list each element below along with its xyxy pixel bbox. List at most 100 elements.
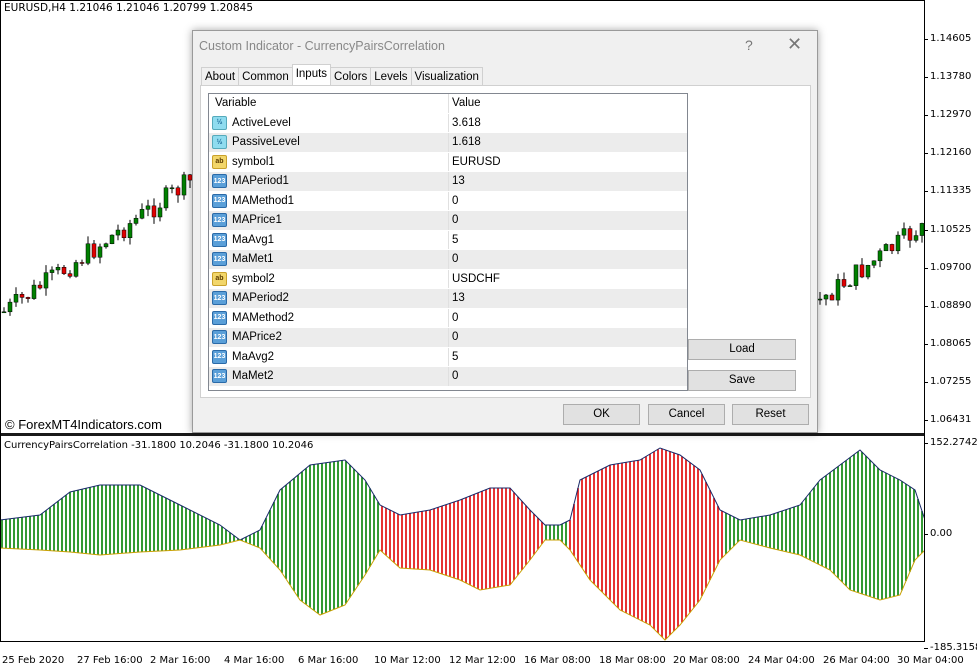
header-value[interactable]: Value <box>449 97 481 109</box>
double-type-icon: ½ <box>212 115 227 130</box>
ok-button[interactable]: OK <box>563 404 640 425</box>
variable-cell: ½ ActiveLevel <box>209 113 449 132</box>
tab-visualization[interactable]: Visualization <box>410 67 483 85</box>
int-type-icon: 123 <box>212 291 227 306</box>
time-tick-label: 10 Mar 12:00 <box>374 655 441 666</box>
tab-levels[interactable]: Levels <box>370 67 412 85</box>
indicator-tick-mark <box>924 443 928 444</box>
time-tick-label: 2 Mar 16:00 <box>150 655 211 666</box>
int-type-icon: 123 <box>212 213 227 228</box>
time-tick-label: 6 Mar 16:00 <box>298 655 359 666</box>
value-cell[interactable]: EURUSD <box>449 156 501 168</box>
tab-common[interactable]: Common <box>238 67 293 85</box>
table-header: Variable Value <box>209 94 687 114</box>
price-tick-mark <box>924 191 928 193</box>
value-cell[interactable]: 0 <box>449 312 458 324</box>
value-cell[interactable]: 0 <box>449 253 458 265</box>
variable-cell: 123 MAMethod1 <box>209 191 449 210</box>
variable-name: MaAvg2 <box>232 350 274 363</box>
table-row[interactable]: 123 MaMet2 0 <box>209 367 687 387</box>
indicator-tick-mark <box>924 534 928 535</box>
table-row[interactable]: 123 MAPeriod1 13 <box>209 172 687 192</box>
int-type-icon: 123 <box>212 232 227 247</box>
table-row[interactable]: 123 MaAvg2 5 <box>209 347 687 367</box>
table-row[interactable]: ab symbol2 USDCHF <box>209 269 687 289</box>
price-tick-label: 1.12970 <box>930 109 972 121</box>
inputs-panel: Variable Value ½ ActiveLevel 3.618 ½ Passive… <box>200 85 811 398</box>
string-type-icon: ab <box>212 154 227 169</box>
value-cell[interactable]: 1.618 <box>449 136 481 148</box>
table-row[interactable]: 123 MAMethod1 0 <box>209 191 687 211</box>
inputs-table: Variable Value ½ ActiveLevel 3.618 ½ Passive… <box>208 93 688 391</box>
tab-colors[interactable]: Colors <box>330 67 372 85</box>
value-cell[interactable]: 0 <box>449 331 458 343</box>
variable-name: MAPrice1 <box>232 214 282 227</box>
int-type-icon: 123 <box>212 369 227 384</box>
price-tick-label: 1.12160 <box>930 147 972 159</box>
time-tick-label: 30 Mar 04:00 <box>897 655 964 666</box>
value-cell[interactable]: 0 <box>449 195 458 207</box>
value-cell[interactable]: 3.618 <box>449 117 481 129</box>
time-tick-label: 25 Feb 2020 <box>2 655 65 666</box>
value-cell[interactable]: 5 <box>449 351 458 363</box>
int-type-icon: 123 <box>212 174 227 189</box>
time-tick-label: 24 Mar 04:00 <box>748 655 815 666</box>
variable-cell: ab symbol1 <box>209 152 449 171</box>
price-tick-label: 1.06431 <box>930 414 972 425</box>
variable-name: MAMethod1 <box>232 194 295 207</box>
price-tick-label: 1.13780 <box>930 71 972 83</box>
tab-about[interactable]: About <box>201 67 240 85</box>
string-type-icon: ab <box>212 271 227 286</box>
table-row[interactable]: ½ PassiveLevel 1.618 <box>209 133 687 153</box>
price-tick-label: 1.08065 <box>930 337 972 349</box>
value-cell[interactable]: USDCHF <box>449 273 500 285</box>
close-button[interactable]: ✕ <box>787 34 802 55</box>
table-row[interactable]: 123 MAMethod2 0 <box>209 308 687 328</box>
variable-cell: 123 MaAvg2 <box>209 347 449 366</box>
reset-button[interactable]: Reset <box>732 404 809 425</box>
indicator-tick-label: -185.3158 <box>930 642 977 653</box>
price-tick-mark <box>924 381 928 383</box>
tab-inputs[interactable]: Inputs <box>291 64 332 85</box>
price-tick-label: 1.09700 <box>930 261 972 273</box>
load-button[interactable]: Load <box>688 339 796 360</box>
table-row[interactable]: 123 MaAvg1 5 <box>209 230 687 250</box>
table-row[interactable]: 123 MAPeriod2 13 <box>209 289 687 309</box>
int-type-icon: 123 <box>212 193 227 208</box>
table-row[interactable]: 123 MAPrice2 0 <box>209 328 687 348</box>
variable-cell: 123 MaMet2 <box>209 367 449 386</box>
subwindow-separator[interactable] <box>0 433 925 436</box>
price-tick-label: 1.10525 <box>930 223 972 235</box>
price-tick-mark <box>924 115 928 117</box>
header-variable[interactable]: Variable <box>209 94 449 113</box>
value-cell[interactable]: 5 <box>449 234 458 246</box>
variable-name: MAPeriod2 <box>232 292 289 305</box>
value-cell[interactable]: 0 <box>449 370 458 382</box>
indicator-info: CurrencyPairsCorrelation -31.1800 10.204… <box>4 440 314 451</box>
table-row[interactable]: 123 MaMet1 0 <box>209 250 687 270</box>
value-cell[interactable]: 13 <box>449 292 465 304</box>
time-tick-label: 16 Mar 08:00 <box>524 655 591 666</box>
variable-cell: 123 MAPrice1 <box>209 211 449 230</box>
double-type-icon: ½ <box>212 135 227 150</box>
time-tick-label: 12 Mar 12:00 <box>449 655 516 666</box>
table-row[interactable]: ½ ActiveLevel 3.618 <box>209 113 687 133</box>
table-row[interactable]: 123 MAPrice1 0 <box>209 211 687 231</box>
variable-cell: ab symbol2 <box>209 269 449 288</box>
cancel-button[interactable]: Cancel <box>648 404 725 425</box>
variable-name: MAMethod2 <box>232 311 295 324</box>
int-type-icon: 123 <box>212 330 227 345</box>
indicator-tick-label: 0.00 <box>930 528 953 539</box>
price-tick-mark <box>924 267 928 269</box>
variable-cell: 123 MAPrice2 <box>209 328 449 347</box>
table-row[interactable]: ab symbol1 EURUSD <box>209 152 687 172</box>
help-button[interactable]: ? <box>745 37 753 53</box>
indicator-tick-mark <box>924 648 928 649</box>
variable-cell: 123 MAPeriod1 <box>209 172 449 191</box>
variable-name: MaAvg1 <box>232 233 274 246</box>
save-button[interactable]: Save <box>688 370 796 391</box>
value-cell[interactable]: 13 <box>449 175 465 187</box>
variable-name: ActiveLevel <box>232 116 291 129</box>
value-cell[interactable]: 0 <box>449 214 458 226</box>
int-type-icon: 123 <box>212 349 227 364</box>
